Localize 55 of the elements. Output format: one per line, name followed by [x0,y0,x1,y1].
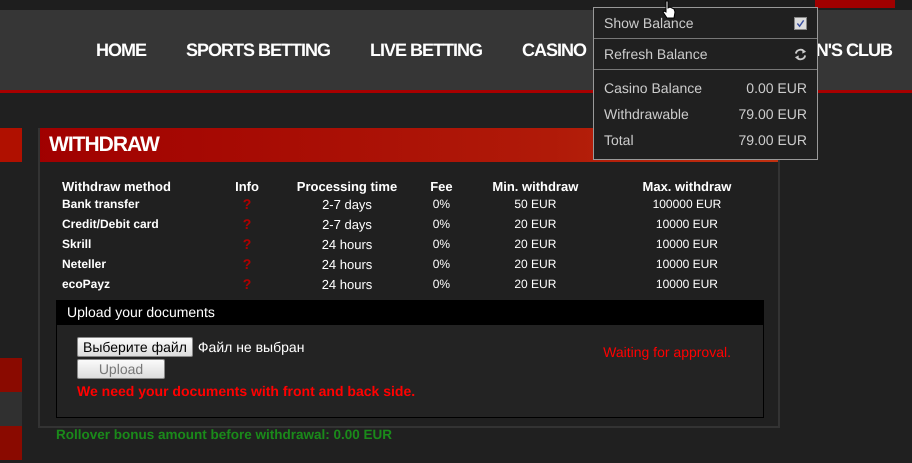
sidebar-tab[interactable] [0,426,22,460]
column-header: Min. withdraw [491,178,580,194]
table-cell-text: 0% [432,256,452,273]
sidebar-tab[interactable] [0,358,22,392]
nav-link[interactable]: SPORTS BETTING [186,40,330,60]
menu-label[interactable]: Show Balance [604,15,694,31]
choose-file-button[interactable]: Выберите файл [77,337,193,357]
table-cell-text: 24 hours [320,276,374,294]
rollover-text: Rollover bonus amount before withdrawal: 0.00 EUR [56,427,394,442]
table-cell-text: 20 EUR [513,236,558,253]
warning-text: We need your documents with front and back side. [77,383,416,399]
column-header: Withdraw method [61,178,172,194]
balance-label: Casino Balance [604,80,702,96]
table-cell-text: 10000 EUR [654,236,719,253]
table-cell-text: 10000 EUR [654,216,719,233]
sidebar-tab[interactable] [0,128,22,162]
table-cell-text: 0% [432,216,452,233]
refresh-icon[interactable] [794,48,807,60]
table-cell-text: 50 EUR [513,196,558,213]
table-cell-text: 0% [432,196,452,213]
table-cell-text: Neteller [61,256,108,273]
table-cell-text: 20 EUR [513,276,558,293]
table-cell-text: 100000 EUR [652,196,722,213]
table-cell-text: 24 hours [320,236,374,254]
column-header: Max. withdraw [642,178,732,194]
table-cell-text: 2-7 days [321,216,373,234]
column-header: Processing time [296,178,398,194]
table-cell: 2-7 days [272,194,422,214]
upload-title: Upload your documents [57,301,763,325]
table-cell-text: 0% [432,236,452,253]
nav-link[interactable]: LIVE BETTING [370,40,482,60]
account-button[interactable] [815,0,895,8]
table-cell-text: 10000 EUR [654,276,719,293]
table-cell-text: Bank transfer [61,196,140,213]
nav-link[interactable]: CASINO [522,40,586,60]
column-header: Fee [429,178,454,194]
table-cell-text: 20 EUR [513,256,558,273]
table-cell-text: 10000 EUR [654,256,719,273]
balance-value: 79.00 EUR [738,106,807,122]
balance-label: Withdrawable [604,106,689,122]
table-cell-text: Credit/Debit card [61,216,160,233]
nav-link[interactable]: HOME [96,40,146,60]
checkbox[interactable] [794,16,807,30]
table-cell-text: ecoPayz [61,276,112,293]
menu-label[interactable]: Refresh Balance [604,46,708,62]
approval-status: Waiting for approval. [603,344,731,362]
balance-label: Total [604,132,634,148]
table-cell-text: Skrill [61,236,92,253]
balance-value: 0.00 EUR [746,80,807,96]
table-cell-text: 20 EUR [513,216,558,233]
file-status: Файл не выбран [198,339,304,355]
sidebar-tab[interactable] [0,392,22,426]
column-header: Info [234,178,260,194]
table-cell-text: 0% [432,276,452,293]
table-cell-text: 24 hours [320,256,374,274]
